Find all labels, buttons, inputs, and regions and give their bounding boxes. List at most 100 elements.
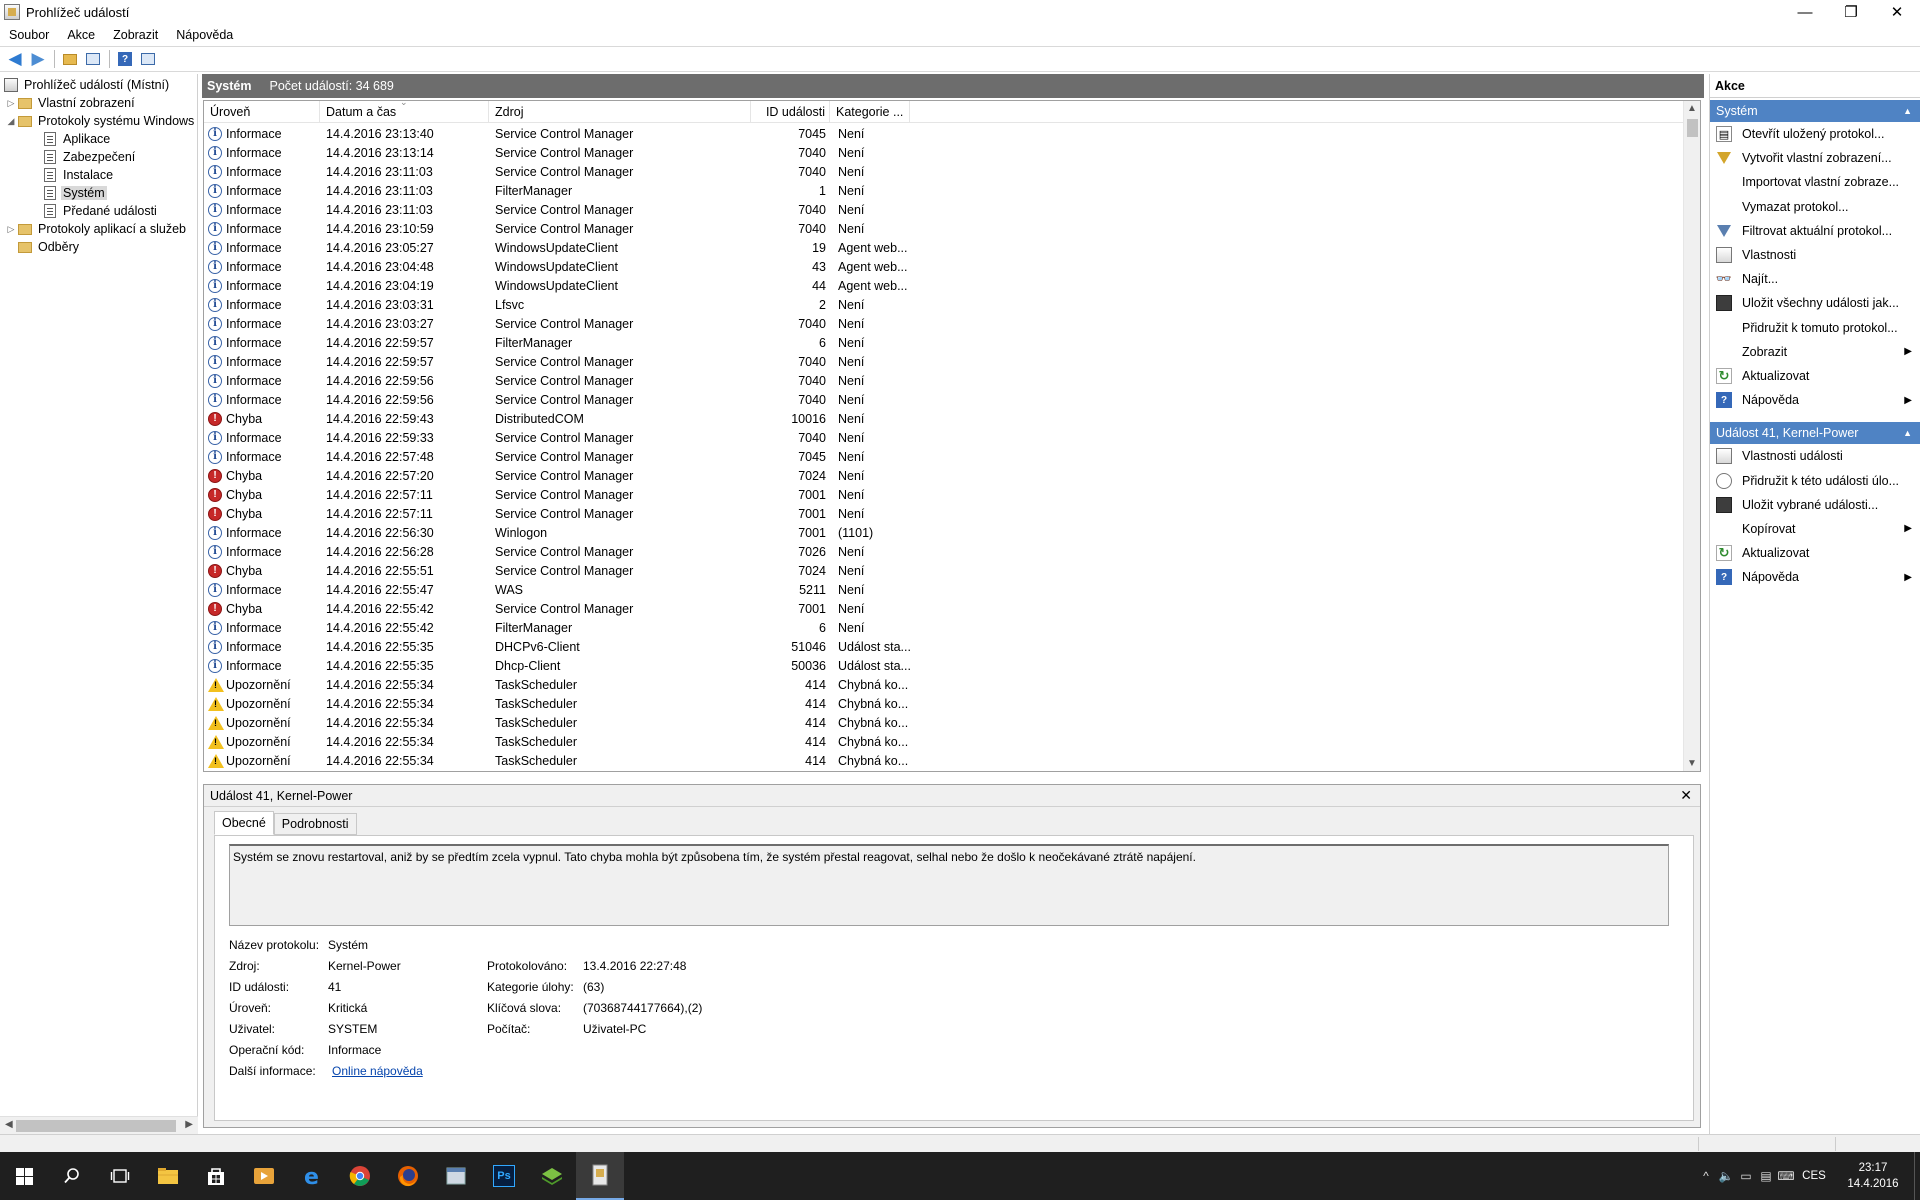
table-row[interactable]: ! Upozornění 14.4.2016 22:55:34 TaskSchedul… [204,732,1684,751]
keyboard-icon[interactable]: ⌨ [1776,1169,1796,1183]
taskbar-event-viewer[interactable] [576,1152,624,1200]
forward-button[interactable]: ▶ [27,49,49,69]
table-row[interactable]: i Informace 14.4.2016 22:59:57 FilterManage… [204,333,1684,352]
actions-section-event[interactable]: Událost 41, Kernel-Power ▲ [1710,422,1920,445]
table-row[interactable]: ! Chyba 14.4.2016 22:55:51 Service Control … [204,561,1684,580]
scroll-right-icon[interactable]: ▶ [185,1119,193,1130]
tree-subscriptions[interactable]: Odběry [18,238,81,256]
taskbar-green-app[interactable] [528,1152,576,1200]
table-row[interactable]: i Informace 14.4.2016 23:13:40 Service Cont… [204,124,1684,143]
restore-button[interactable]: ❐ [1828,0,1874,24]
taskbar-edge[interactable]: e [288,1152,336,1200]
action-item[interactable]: Vytvořit vlastní zobrazení... [1710,146,1920,170]
scrollbar-thumb[interactable] [1687,119,1698,137]
tab-details[interactable]: Podrobnosti [273,813,357,835]
tree-app-service-logs[interactable]: ▷ Protokoly aplikací a služeb [6,220,188,238]
table-row[interactable]: i Informace 14.4.2016 22:59:33 Service Cont… [204,428,1684,447]
action-item[interactable]: Importovat vlastní zobraze... [1710,170,1920,194]
column-source[interactable]: Zdroj [489,101,751,123]
back-button[interactable]: ◀ [4,49,26,69]
close-button[interactable]: ✕ [1874,0,1920,24]
table-row[interactable]: i Informace 14.4.2016 23:11:03 Service Cont… [204,162,1684,181]
show-desktop-button[interactable] [1914,1152,1920,1200]
column-date[interactable]: Datum a čas ⌄ [320,101,489,123]
up-folder-button[interactable] [59,49,81,69]
help-button[interactable]: ? [114,49,136,69]
table-row[interactable]: i Informace 14.4.2016 23:11:03 Service Cont… [204,200,1684,219]
scrollbar-thumb[interactable] [16,1120,176,1132]
action-item[interactable]: Uložit vybrané události... [1710,493,1920,517]
column-level[interactable]: Úroveň [204,101,320,123]
table-row[interactable]: i Informace 14.4.2016 23:03:31 Lfsvc 2 Není [204,295,1684,314]
column-event-id[interactable]: ID události [751,101,830,123]
tree-log-forwarded[interactable]: Předané události [44,202,159,220]
table-row[interactable]: ! Chyba 14.4.2016 22:57:20 Service Control … [204,466,1684,485]
event-list-vertical-scrollbar[interactable]: ▲ ▼ [1683,101,1700,771]
action-item[interactable]: ? Nápověda ▶ [1710,388,1920,412]
table-row[interactable]: i Informace 14.4.2016 23:11:03 FilterManage… [204,181,1684,200]
taskbar-chrome[interactable] [336,1152,384,1200]
table-row[interactable]: i Informace 14.4.2016 22:56:28 Service Cont… [204,542,1684,561]
table-row[interactable]: i Informace 14.4.2016 22:55:47 WAS 5211 Není [204,580,1684,599]
table-row[interactable]: ! Upozornění 14.4.2016 22:55:34 TaskSchedul… [204,694,1684,713]
table-row[interactable]: i Informace 14.4.2016 23:05:27 WindowsUpdat… [204,238,1684,257]
taskbar-media-player[interactable] [240,1152,288,1200]
show-hide-action-pane-button[interactable] [137,49,159,69]
table-row[interactable]: ! Upozornění 14.4.2016 22:55:34 TaskSchedul… [204,751,1684,770]
table-row[interactable]: ! Chyba 14.4.2016 22:55:42 Service Control … [204,599,1684,618]
collapse-caret-icon[interactable]: ▲ [1903,106,1912,116]
table-row[interactable]: i Informace 14.4.2016 23:13:14 Service Cont… [204,143,1684,162]
action-item[interactable]: Přidružit k tomuto protokol... [1710,316,1920,340]
chevron-up-icon[interactable]: ^ [1696,1169,1716,1183]
taskbar-app-window[interactable] [432,1152,480,1200]
action-item[interactable]: Vlastnosti události [1710,444,1920,468]
action-item[interactable]: Filtrovat aktuální protokol... [1710,219,1920,243]
tree-horizontal-scrollbar[interactable]: ◀ ▶ [0,1116,198,1134]
action-item[interactable]: ▤ Otevřít uložený protokol... [1710,122,1920,146]
table-row[interactable]: i Informace 14.4.2016 22:59:57 Service Cont… [204,352,1684,371]
network-icon[interactable]: ▭ [1736,1169,1756,1183]
actions-section-system[interactable]: Systém ▲ [1710,100,1920,122]
tree-log-system[interactable]: Systém [44,184,107,202]
table-row[interactable]: ! Upozornění 14.4.2016 22:55:34 TaskSchedul… [204,713,1684,732]
taskbar-clock[interactable]: 23:17 14.4.2016 [1832,1160,1914,1192]
taskbar-file-explorer[interactable] [144,1152,192,1200]
scroll-down-icon[interactable]: ▼ [1687,758,1697,769]
table-row[interactable]: i Informace 14.4.2016 23:03:27 Service Cont… [204,314,1684,333]
action-item[interactable]: Vymazat protokol... [1710,195,1920,219]
menu-file[interactable]: Soubor [0,28,58,42]
detail-close-icon[interactable]: ✕ [1680,787,1692,804]
action-item[interactable]: ↻ Aktualizovat [1710,541,1920,565]
table-row[interactable]: i Informace 14.4.2016 22:59:56 Service Cont… [204,371,1684,390]
online-help-link[interactable]: Online nápověda [332,1064,423,1078]
table-row[interactable]: i Informace 14.4.2016 22:55:35 Dhcp-Client 5… [204,656,1684,675]
action-item[interactable]: ↻ Aktualizovat [1710,364,1920,388]
volume-icon[interactable]: 🔈 [1716,1169,1736,1183]
table-row[interactable]: i Informace 14.4.2016 22:55:35 DHCPv6-Clien… [204,637,1684,656]
table-row[interactable]: ! Chyba 14.4.2016 22:59:43 DistributedCOM 10… [204,409,1684,428]
table-row[interactable]: i Informace 14.4.2016 22:56:30 Winlogon 7001… [204,523,1684,542]
column-task-category[interactable]: Kategorie ... [830,101,910,123]
table-row[interactable]: i Informace 14.4.2016 22:59:56 Service Cont… [204,390,1684,409]
action-item[interactable]: Kopírovat ▶ [1710,517,1920,541]
table-row[interactable]: i Informace 14.4.2016 23:04:48 WindowsUpdat… [204,257,1684,276]
action-item[interactable]: 👓 Najít... [1710,267,1920,291]
action-item[interactable]: ? Nápověda ▶ [1710,565,1920,589]
tree-root[interactable]: Prohlížeč událostí (Místní) [4,76,171,94]
tree-log-application[interactable]: Aplikace [44,130,112,148]
event-description[interactable]: Systém se znovu restartoval, aniž by se … [229,844,1669,926]
table-row[interactable]: i Informace 14.4.2016 22:57:48 Service Cont… [204,447,1684,466]
table-row[interactable]: ! Chyba 14.4.2016 22:57:11 Service Control … [204,485,1684,504]
notifications-icon[interactable]: ▤ [1756,1169,1776,1183]
table-row[interactable]: i Informace 14.4.2016 23:10:59 Service Cont… [204,219,1684,238]
action-item[interactable]: Zobrazit ▶ [1710,340,1920,364]
menu-action[interactable]: Akce [58,28,104,42]
tree-log-setup[interactable]: Instalace [44,166,115,184]
menu-help[interactable]: Nápověda [167,28,242,42]
table-row[interactable]: i Informace 14.4.2016 22:55:42 FilterManage… [204,618,1684,637]
action-item[interactable]: Uložit všechny události jak... [1710,291,1920,315]
tab-general[interactable]: Obecné [214,811,274,835]
menu-view[interactable]: Zobrazit [104,28,167,42]
expand-arrow-icon[interactable]: ▷ [6,98,16,109]
taskbar-store[interactable] [192,1152,240,1200]
